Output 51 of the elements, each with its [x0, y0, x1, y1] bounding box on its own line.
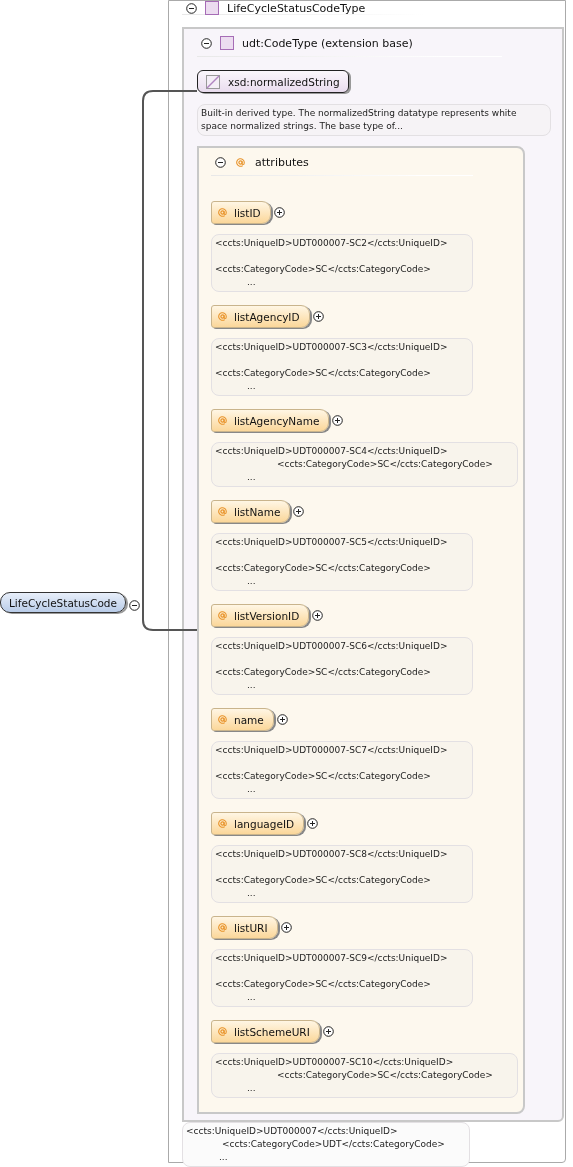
- documentation-note: <ccts:UniqueID>UDT000007-SC7</ccts:UniqueID> <ccts:CategoryCode>SC</ccts:CategoryCode> ...: [211, 741, 473, 799]
- attribute-icon: [218, 1027, 227, 1036]
- attribute-node[interactable]: name: [211, 708, 274, 731]
- attribute-node[interactable]: languageID: [211, 812, 305, 835]
- documentation-note: <ccts:UniqueID>UDT000007-SC9</ccts:UniqueID> <ccts:CategoryCode>SC</ccts:CategoryCode> ...: [211, 949, 473, 1007]
- expand-icon[interactable]: [312, 610, 324, 621]
- simple-type-icon: [206, 74, 220, 89]
- collapse-icon[interactable]: [128, 600, 140, 611]
- expand-icon[interactable]: [332, 415, 344, 426]
- collapse-icon[interactable]: [201, 37, 212, 49]
- documentation-note: Built-in derived type. The normalizedString datatype represents white space normalized strings. The base type of...: [197, 104, 551, 136]
- attribute-node[interactable]: listVersionID: [211, 604, 310, 627]
- documentation-note: <ccts:UniqueID>UDT000007-SC5</ccts:UniqueID> <ccts:CategoryCode>SC</ccts:CategoryCode> ...: [211, 533, 473, 591]
- documentation-note: <ccts:UniqueID>UDT000007-SC3</ccts:UniqueID> <ccts:CategoryCode>SC</ccts:CategoryCode> ...: [211, 338, 473, 396]
- collapse-icon[interactable]: [215, 156, 226, 168]
- element-node[interactable]: LifeCycleStatusCode: [0, 592, 126, 613]
- complex-type-icon: [205, 1, 219, 15]
- attribute-icon: [218, 208, 227, 217]
- attribute-node[interactable]: listSchemeURI: [211, 1020, 320, 1043]
- attribute-icon: [218, 416, 227, 425]
- base-type-node[interactable]: xsd:normalizedString: [197, 70, 349, 93]
- attribute-node[interactable]: listAgencyName: [211, 409, 330, 432]
- attribute-icon: [236, 157, 245, 167]
- attributes-title: attributes: [255, 155, 309, 169]
- expand-icon[interactable]: [322, 1026, 334, 1037]
- documentation-note: <ccts:UniqueID>UDT000007-SC10</ccts:UniqueID> <ccts:CategoryCode>SC</ccts:CategoryCode> ...: [211, 1053, 518, 1098]
- documentation-note: <ccts:UniqueID>UDT000007-SC4</ccts:UniqueID> <ccts:CategoryCode>SC</ccts:CategoryCode> ...: [211, 442, 518, 487]
- attribute-icon: [218, 312, 227, 321]
- documentation-note: <ccts:UniqueID>UDT000007</ccts:UniqueID> <ccts:CategoryCode>UDT</ccts:CategoryCode> ...: [182, 1122, 470, 1167]
- expand-icon[interactable]: [276, 714, 288, 725]
- attribute-icon: [218, 715, 227, 724]
- attribute-node[interactable]: listAgencyID: [211, 305, 310, 328]
- attribute-icon: [218, 507, 227, 516]
- documentation-note: <ccts:UniqueID>UDT000007-SC8</ccts:UniqueID> <ccts:CategoryCode>SC</ccts:CategoryCode> ...: [211, 845, 473, 903]
- expand-icon[interactable]: [312, 311, 324, 322]
- extension-title: udt:CodeType (extension base): [242, 36, 413, 50]
- attribute-icon: [218, 923, 227, 932]
- expand-icon[interactable]: [280, 922, 292, 933]
- type-title: LifeCycleStatusCodeType: [227, 1, 366, 15]
- attribute-node[interactable]: listID: [211, 201, 271, 224]
- documentation-note: <ccts:UniqueID>UDT000007-SC6</ccts:UniqueID> <ccts:CategoryCode>SC</ccts:CategoryCode> ...: [211, 637, 473, 695]
- attribute-node[interactable]: listName: [211, 500, 291, 523]
- attribute-icon: [218, 611, 227, 620]
- expand-icon[interactable]: [293, 506, 305, 517]
- complex-type-icon: [220, 36, 234, 50]
- attribute-icon: [218, 819, 227, 828]
- collapse-icon[interactable]: [186, 2, 197, 14]
- expand-icon[interactable]: [307, 818, 319, 829]
- documentation-note: <ccts:UniqueID>UDT000007-SC2</ccts:UniqueID> <ccts:CategoryCode>SC</ccts:CategoryCode> ...: [211, 234, 473, 292]
- expand-icon[interactable]: [273, 207, 285, 218]
- attribute-node[interactable]: listURI: [211, 916, 278, 939]
